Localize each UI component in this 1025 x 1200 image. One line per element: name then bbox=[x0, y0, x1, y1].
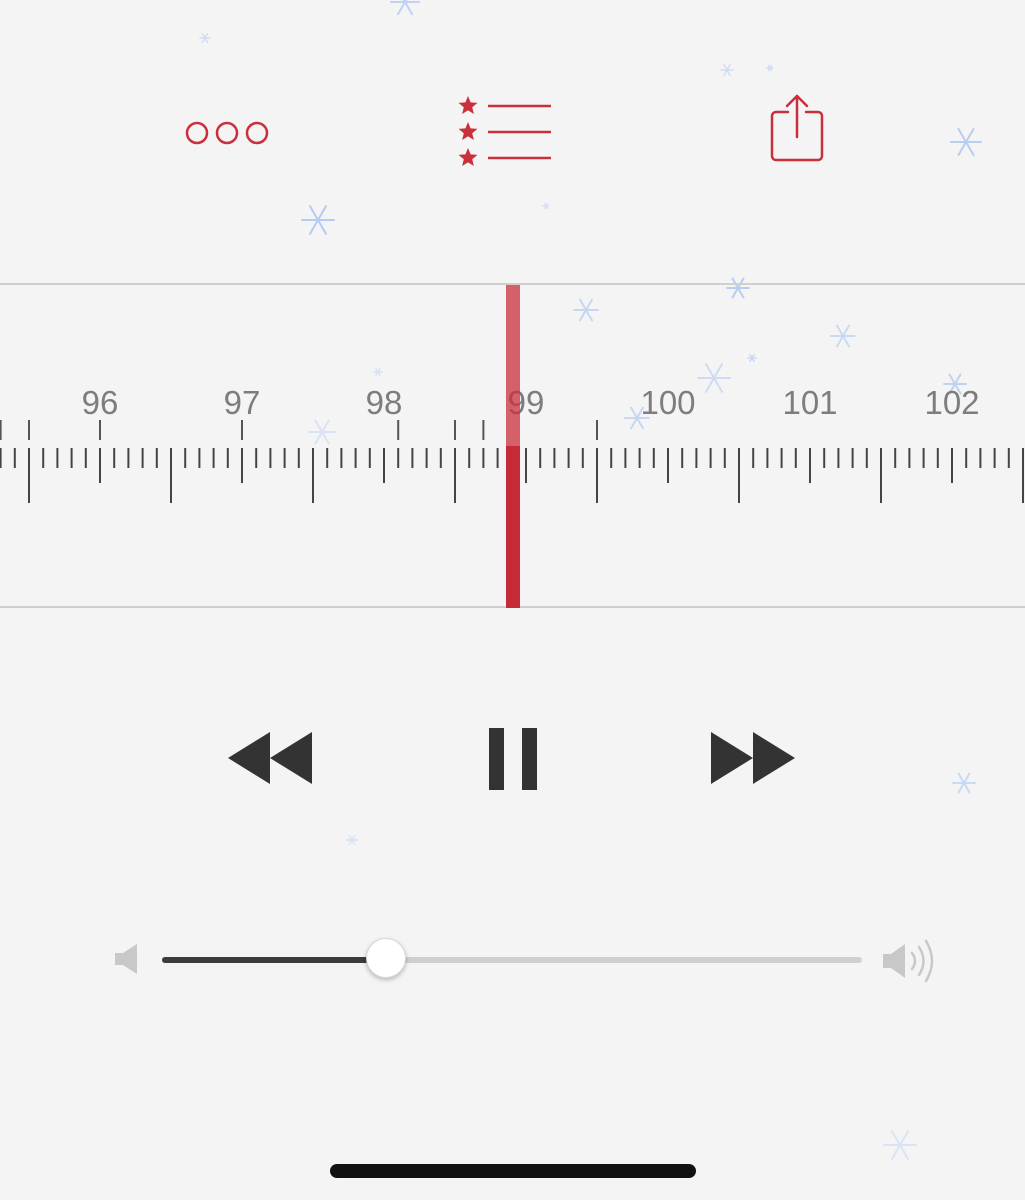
pause-icon bbox=[489, 728, 537, 790]
starred-list-icon bbox=[458, 96, 551, 166]
pause-button[interactable] bbox=[484, 726, 542, 792]
share-icon bbox=[770, 94, 824, 162]
tuning-needle[interactable] bbox=[506, 285, 520, 608]
frequency-tuner[interactable]: 96 97 98 99 100 101 102 bbox=[0, 283, 1025, 608]
favorites-list-button[interactable] bbox=[452, 90, 558, 170]
share-button[interactable] bbox=[766, 90, 830, 166]
volume-slider-thumb[interactable] bbox=[366, 938, 406, 978]
speaker-high-icon bbox=[883, 939, 934, 983]
rewind-icon bbox=[228, 732, 312, 784]
more-button[interactable] bbox=[180, 110, 274, 156]
snowflake bbox=[390, 0, 420, 16]
snowflake bbox=[950, 128, 982, 156]
snowflake bbox=[720, 64, 734, 76]
volume-control bbox=[0, 930, 1025, 990]
rewind-button[interactable] bbox=[224, 726, 316, 790]
radio-app: 96 97 98 99 100 101 102 bbox=[0, 0, 1025, 1200]
more-horizontal-icon bbox=[185, 121, 269, 145]
frequency-label-100: 100 bbox=[640, 384, 695, 421]
snowflake bbox=[199, 32, 211, 44]
fast-forward-icon bbox=[711, 732, 795, 784]
volume-slider[interactable] bbox=[162, 938, 862, 978]
snowflake bbox=[346, 834, 358, 846]
fast-forward-button[interactable] bbox=[707, 726, 799, 790]
home-indicator[interactable] bbox=[330, 1164, 696, 1178]
tuning-needle-upper bbox=[506, 285, 520, 446]
tuning-needle-lower bbox=[506, 446, 520, 608]
frequency-label-102: 102 bbox=[924, 384, 979, 421]
snowflake bbox=[883, 1130, 917, 1160]
speaker-low-icon bbox=[115, 944, 137, 974]
volume-slider-fill bbox=[162, 957, 386, 963]
snowflake bbox=[952, 772, 976, 794]
snowflake bbox=[301, 205, 335, 235]
frequency-label-96: 96 bbox=[82, 384, 119, 421]
frequency-label-97: 97 bbox=[224, 384, 261, 421]
frequency-label-101: 101 bbox=[782, 384, 837, 421]
snowflake bbox=[542, 202, 550, 210]
frequency-label-98: 98 bbox=[366, 384, 403, 421]
snowflake bbox=[766, 64, 774, 72]
